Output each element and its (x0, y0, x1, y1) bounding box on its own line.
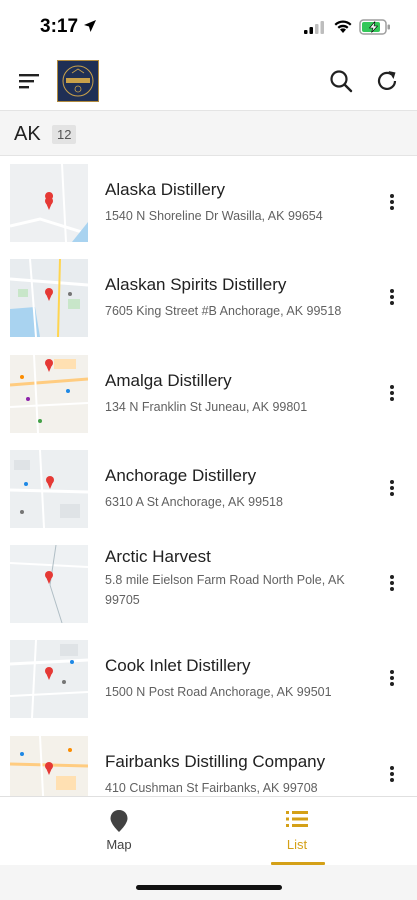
status-time: 3:17 (40, 16, 79, 37)
more-options-icon[interactable] (382, 478, 402, 498)
list-icon (286, 811, 308, 827)
distillery-name: Alaska Distillery (105, 180, 225, 199)
nav-tab-map[interactable]: Map (15, 797, 223, 865)
home-area (0, 865, 417, 900)
nav-tab-list-label: List (286, 837, 308, 852)
more-options-icon[interactable] (382, 383, 402, 403)
active-tab-indicator (271, 862, 325, 865)
location-arrow-icon (84, 20, 96, 32)
distillery-name: Arctic Harvest (105, 547, 211, 567)
distillery-name: Fairbanks Distilling Company (105, 751, 326, 771)
list-item[interactable]: Fairbanks Distilling Company 410 Cushman… (0, 728, 417, 796)
nav-tab-map-label: Map (106, 837, 132, 852)
map-thumbnail (10, 735, 88, 796)
distillery-address: 5.8 mile Eielson Farm Road North Pole, A… (105, 573, 345, 608)
more-options-icon[interactable] (382, 192, 402, 212)
map-thumbnail (10, 640, 88, 719)
app-logo (57, 60, 99, 102)
state-name: AK (14, 123, 41, 145)
map-thumbnail (10, 354, 88, 433)
map-thumbnail (10, 449, 88, 528)
status-bar: 3:17 (0, 0, 417, 52)
list-item[interactable]: Arctic Harvest 5.8 mile Eielson Farm Roa… (0, 537, 417, 632)
distillery-address: 134 N Franklin St Juneau, AK 99801 (105, 399, 308, 414)
list-item[interactable]: Cook Inlet Distillery 1500 N Post Road A… (0, 632, 417, 727)
bottom-navigation: Map List (0, 796, 417, 864)
cellular-signal-icon (304, 21, 324, 34)
list-item[interactable]: Amalga Distillery 134 N Franklin St June… (0, 347, 417, 442)
state-section-header: AK 12 (0, 110, 417, 156)
search-icon[interactable] (328, 68, 354, 94)
battery-charging-icon (359, 19, 390, 35)
distillery-name: Cook Inlet Distillery (105, 656, 251, 676)
wifi-icon (334, 20, 352, 33)
distillery-name: Amalga Distillery (105, 370, 232, 390)
map-thumbnail (10, 164, 88, 242)
distillery-address: 1540 N Shoreline Dr Wasilla, AK 99654 (105, 209, 323, 223)
logo-emblem-icon (62, 65, 94, 97)
distillery-list: Alaska Distillery 1540 N Shoreline Dr Wa… (0, 156, 417, 796)
home-indicator[interactable] (136, 885, 282, 890)
more-options-icon[interactable] (382, 287, 402, 307)
menu-icon[interactable] (17, 70, 41, 92)
list-item[interactable]: Alaskan Spirits Distillery 7605 King Str… (0, 251, 417, 346)
more-options-icon[interactable] (382, 668, 402, 688)
refresh-icon[interactable] (374, 68, 400, 94)
list-item[interactable]: Anchorage Distillery 6310 A St Anchorage… (0, 442, 417, 537)
more-options-icon[interactable] (382, 573, 402, 593)
distillery-address: 1500 N Post Road Anchorage, AK 99501 (105, 685, 332, 700)
distillery-address: 410 Cushman St Fairbanks, AK 99708 (105, 780, 318, 795)
distillery-address: 7605 King Street #B Anchorage, AK 99518 (105, 304, 342, 319)
state-count-badge: 12 (52, 125, 77, 144)
nav-tab-list[interactable]: List (193, 797, 401, 865)
map-thumbnail (10, 545, 88, 624)
map-pin-icon (110, 810, 128, 832)
map-thumbnail (10, 259, 88, 338)
distillery-address: 6310 A St Anchorage, AK 99518 (105, 494, 283, 509)
more-options-icon[interactable] (382, 764, 402, 784)
list-item[interactable]: Alaska Distillery 1540 N Shoreline Dr Wa… (0, 156, 417, 251)
app-bar (0, 52, 417, 110)
distillery-name: Alaskan Spirits Distillery (105, 275, 287, 295)
distillery-name: Anchorage Distillery (105, 465, 257, 485)
